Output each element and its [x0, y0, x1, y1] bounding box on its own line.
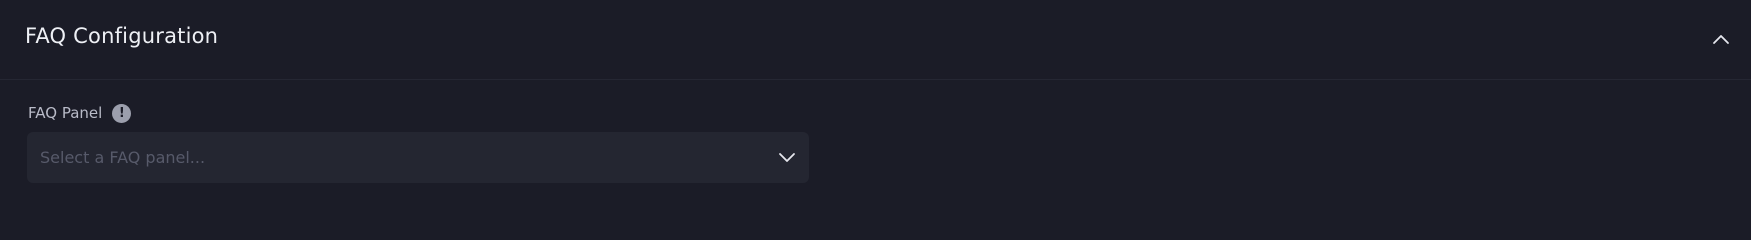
- panel-title: FAQ Configuration: [25, 24, 219, 48]
- panel-header[interactable]: FAQ Configuration: [0, 0, 1751, 80]
- info-icon[interactable]: !: [112, 103, 132, 123]
- chevron-up-icon: [1713, 35, 1729, 44]
- faq-configuration-panel: FAQ Configuration FAQ Panel ! Select a F…: [0, 0, 1751, 211]
- faq-panel-label: FAQ Panel: [28, 104, 103, 122]
- collapse-toggle-button[interactable]: [1705, 24, 1737, 56]
- faq-panel-label-row: FAQ Panel !: [28, 102, 132, 124]
- faq-panel-select[interactable]: Select a FAQ panel...: [27, 132, 809, 183]
- faq-panel-select-placeholder: Select a FAQ panel...: [40, 148, 206, 167]
- chevron-down-icon: [779, 153, 795, 162]
